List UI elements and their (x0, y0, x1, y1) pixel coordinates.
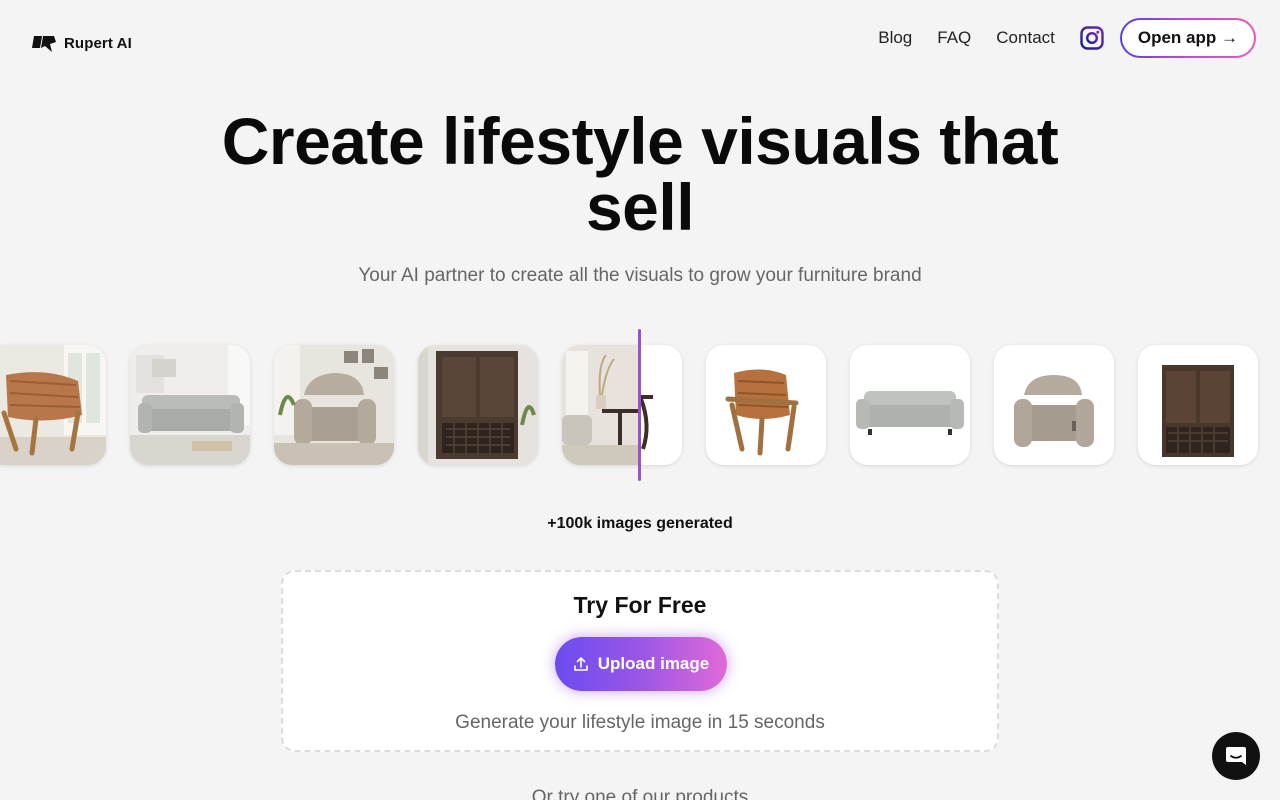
upload-icon (573, 657, 588, 671)
page: Rupert AI Blog FAQ Contact Open app → Cr… (0, 0, 1280, 800)
before-after-tile[interactable] (562, 345, 682, 465)
chat-launcher-button[interactable] (1212, 732, 1260, 780)
hero-title-line-2: sell (585, 170, 695, 244)
carousel-tile-cabinet-product (1138, 345, 1258, 465)
hero-subtitle: Your AI partner to create all the visual… (358, 265, 922, 286)
nav-link-blog[interactable]: Blog (878, 28, 912, 48)
generate-caption: Generate your lifestyle image in 15 seco… (455, 712, 825, 733)
carousel-tile-recliner-product (994, 345, 1114, 465)
upload-image-button[interactable]: Upload image (555, 637, 727, 691)
carousel-tile-recliner-lifestyle (274, 345, 394, 465)
sofa-lifestyle-image (130, 345, 250, 465)
recliner-product-image (994, 345, 1114, 465)
recliner-lifestyle-image (274, 345, 394, 465)
carousel-tile-armchair-product (706, 345, 826, 465)
or-try-products-text: Or try one of our products (531, 787, 749, 800)
upload-dropzone[interactable]: Try For Free Upload image Generate your … (281, 570, 999, 752)
carousel-tile-cabinet-lifestyle (418, 345, 538, 465)
after-lifestyle-half (562, 345, 639, 465)
comparison-divider-handle[interactable] (638, 329, 641, 481)
carousel-tile-armchair-lifestyle (0, 345, 106, 465)
chat-icon (1226, 747, 1246, 765)
cabinet-product-image (1138, 345, 1258, 465)
sofa-product-image (850, 345, 970, 465)
armchair-lifestyle-image (0, 345, 106, 465)
hero-title: Create lifestyle visuals that sell (0, 108, 1280, 240)
images-generated-counter: +100k images generated (547, 515, 733, 532)
side-table-product-image (639, 345, 682, 465)
nav-link-faq[interactable]: FAQ (937, 28, 971, 48)
rupert-logo-icon (32, 36, 56, 52)
upload-image-label: Upload image (597, 654, 710, 673)
armchair-product-image (706, 345, 826, 465)
side-table-lifestyle-image (562, 345, 639, 465)
top-nav: Blog FAQ Contact Open app → (878, 18, 1256, 58)
open-app-button[interactable]: Open app → (1120, 18, 1256, 58)
brand-name: Rupert AI (64, 34, 132, 52)
carousel-tile-sofa-lifestyle (130, 345, 250, 465)
brand-logo[interactable]: Rupert AI (32, 33, 132, 53)
instagram-icon[interactable] (1080, 26, 1104, 50)
try-for-free-title: Try For Free (573, 592, 707, 618)
hero-title-line-1: Create lifestyle visuals that (221, 104, 1059, 178)
before-product-half (639, 345, 682, 465)
cabinet-lifestyle-image (418, 345, 538, 465)
nav-link-contact[interactable]: Contact (996, 28, 1055, 48)
carousel-tile-sofa-product (850, 345, 970, 465)
